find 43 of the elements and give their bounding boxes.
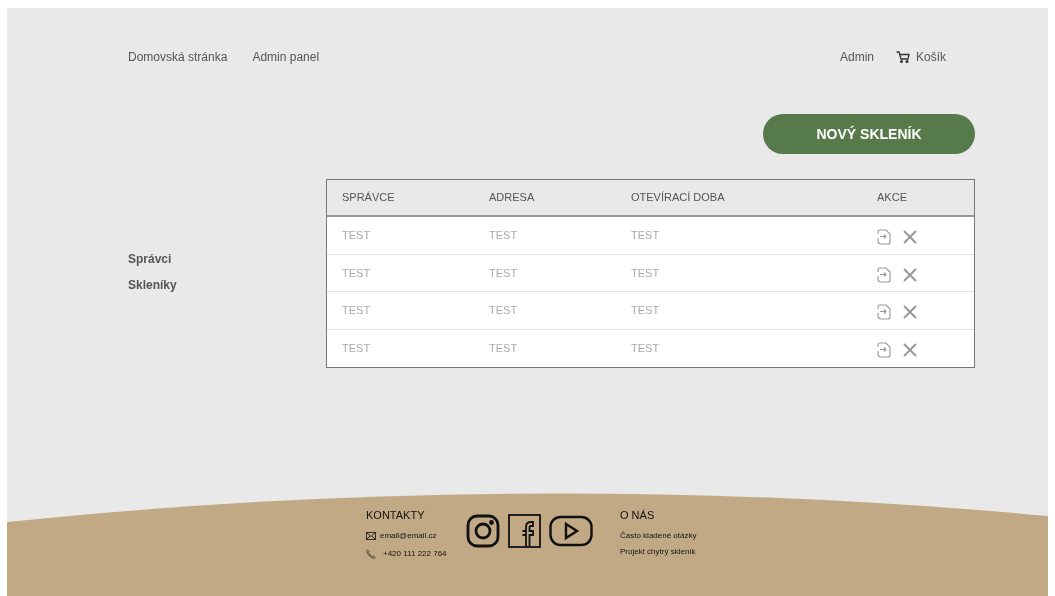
user-link[interactable]: Admin [839,48,874,66]
edit-document-icon[interactable] [877,266,891,283]
column-header: ADRESA [489,191,535,204]
table-cell: TEST [631,266,660,279]
column-header: OTEVÍRACÍ DOBA [631,191,725,204]
phone-number: +420 111 222 764 [383,547,447,560]
mail-icon [366,531,376,540]
contacts-heading: KONTAKTY [366,508,426,523]
footer-link[interactable]: Projekt chytrý skleník [620,545,696,558]
table-cell: TEST [631,229,660,241]
sidebar-item[interactable]: Správci [128,250,172,268]
table-cell: TEST [489,342,518,354]
email-link[interactable]: email@email.cz [380,529,437,542]
table-cell: TEST [342,266,371,279]
delete-icon[interactable] [903,230,917,245]
table-cell: TEST [489,304,518,316]
table-cell: TEST [342,342,371,354]
column-header: AKCE [877,190,907,206]
delete-icon[interactable] [903,305,917,320]
cart-icon [896,51,910,63]
phone-icon [366,548,376,559]
table-cell: TEST [489,266,518,279]
nav-link[interactable]: Domovská stránka [128,48,228,66]
footer-link[interactable]: Často kladené otázky [620,529,697,542]
table-cell: TEST [489,229,518,241]
about-heading: O NÁS [620,508,656,523]
new-greenhouse-button[interactable]: NOVÝ SKLENÍK [763,114,975,154]
facebook-icon[interactable] [508,514,541,548]
table-cell: TEST [631,342,660,354]
instagram-icon[interactable] [466,514,500,548]
column-header: SPRÁVCE [342,191,395,204]
edit-document-icon[interactable] [877,229,891,246]
table-cell: TEST [342,229,371,241]
table-cell: TEST [631,304,660,316]
edit-document-icon[interactable] [877,304,891,321]
nav-link[interactable]: Admin panel [252,48,320,66]
sidebar-item[interactable]: Skleníky [128,276,177,294]
table-cell: TEST [342,304,371,316]
cart-link[interactable]: Košík [896,48,946,66]
video-play-icon[interactable] [549,515,593,547]
delete-icon[interactable] [903,343,917,358]
delete-icon[interactable] [903,267,917,282]
edit-document-icon[interactable] [877,342,891,359]
